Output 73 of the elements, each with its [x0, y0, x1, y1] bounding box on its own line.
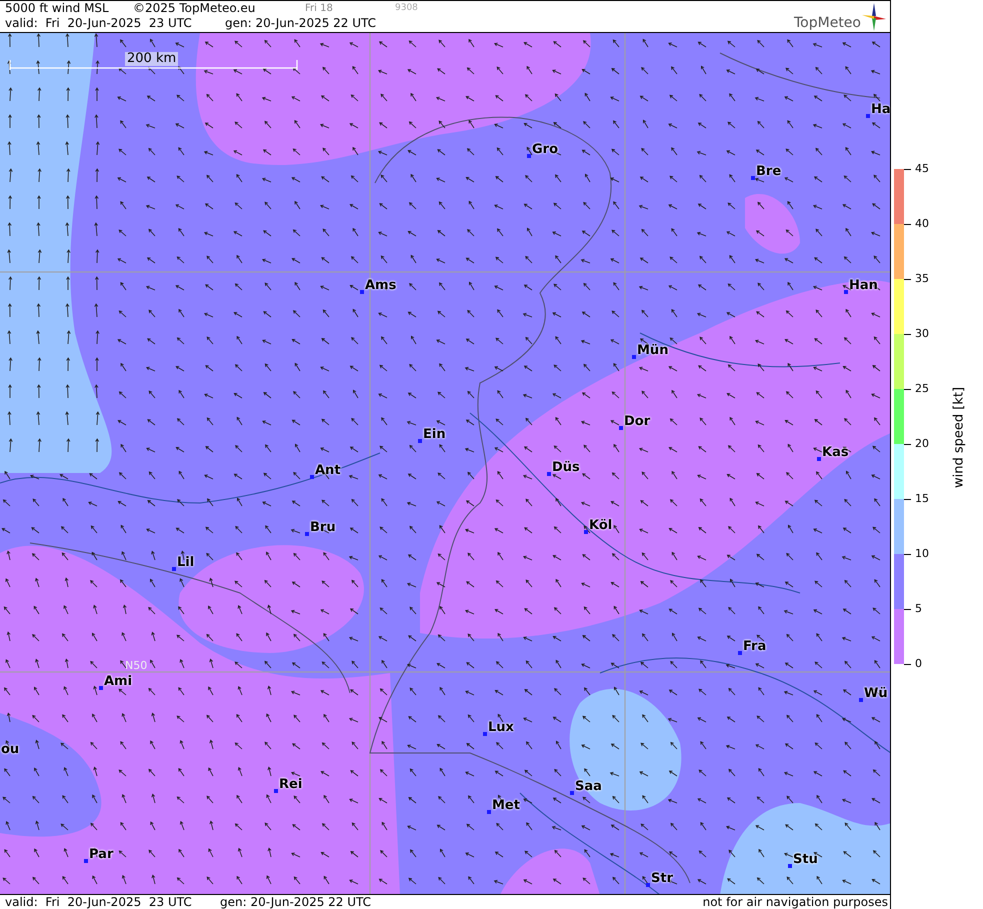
city-label: Mün — [637, 344, 668, 358]
tick-label: 20 — [915, 437, 929, 451]
tick-label: 15 — [915, 492, 929, 506]
city-marker-icon — [817, 456, 821, 461]
tick-label: 25 — [915, 382, 929, 396]
tick-label: 0 — [915, 657, 922, 671]
city-label: Wü — [864, 686, 888, 701]
city-label: Düs — [552, 460, 580, 475]
copyright-text: ©2025 TopMeteo.eu — [133, 1, 256, 16]
city-marker-icon — [788, 864, 792, 868]
code-label: 9308 — [395, 2, 418, 15]
city-marker-icon — [619, 426, 623, 430]
city-label: Lil — [177, 556, 194, 570]
tick-label: 45 — [915, 162, 929, 176]
city-marker-icon — [859, 698, 863, 702]
city-label: Stu — [793, 852, 818, 867]
city-label: Kas — [822, 446, 849, 460]
city-marker-icon — [172, 566, 176, 571]
city-marker-icon — [305, 532, 309, 536]
tick-label: 10 — [915, 547, 929, 561]
city-marker-icon — [274, 788, 278, 793]
city-label: Ami — [104, 674, 132, 689]
city-marker-icon — [483, 732, 487, 736]
city-label: Str — [651, 872, 673, 886]
city-label: ou — [1, 742, 20, 757]
city-marker-icon — [866, 114, 870, 118]
city-label: Bre — [756, 164, 782, 179]
city-marker-icon — [570, 790, 574, 795]
city-label: Saa — [575, 780, 602, 794]
city-label: Par — [89, 848, 114, 862]
valid-time: valid: Fri 20-Jun-2025 23 UTC — [5, 894, 193, 909]
scale-label: 200 km — [125, 52, 178, 66]
compass-star-icon — [862, 3, 886, 31]
city-marker-icon — [547, 472, 551, 476]
city-marker-icon — [310, 474, 314, 479]
city-label: Lux — [488, 720, 514, 735]
legend-title: wind speed [kt] — [952, 386, 966, 488]
city-label: Bru — [310, 520, 336, 535]
city-marker-icon — [584, 530, 588, 534]
city-marker-icon — [738, 650, 742, 655]
city-marker-icon — [632, 354, 636, 359]
city-label: Han — [849, 278, 878, 293]
city-label: Rei — [279, 778, 302, 792]
city-label: Ha — [871, 102, 890, 117]
city-marker-icon — [751, 176, 755, 180]
tick-label: 35 — [915, 272, 929, 286]
city-marker-icon — [360, 290, 364, 294]
tick-label: 5 — [915, 602, 922, 616]
city-label: Ams — [365, 278, 396, 293]
city-marker-icon — [844, 290, 848, 294]
tick-label: 40 — [915, 217, 929, 231]
map-title: 5000 ft wind MSL — [5, 1, 110, 16]
city-label: Met — [492, 798, 520, 813]
logo-text: TopMeteo — [794, 15, 861, 31]
generated-time: gen: 20-Jun-2025 22 UTC — [225, 16, 376, 31]
city-label: Ein — [423, 428, 446, 442]
city-marker-icon — [646, 882, 650, 887]
city-label: Dor — [624, 414, 650, 429]
city-marker-icon — [84, 858, 88, 863]
city-marker-icon — [418, 438, 422, 443]
city-marker-icon — [487, 810, 491, 814]
generated-time: gen: 20-Jun-2025 22 UTC — [220, 894, 372, 909]
tick-label: 30 — [915, 327, 929, 341]
city-marker-icon — [527, 154, 531, 158]
latitude-label: N50 — [125, 660, 148, 672]
city-label: Köl — [589, 518, 612, 533]
valid-time: valid: Fri 20-Jun-2025 23 UTC — [5, 16, 193, 31]
city-label: Ant — [315, 464, 341, 478]
city-label: Fra — [743, 640, 766, 654]
city-label: Gro — [532, 142, 558, 157]
city-marker-icon — [99, 686, 103, 690]
day-label: Fri 18 — [305, 2, 334, 16]
disclaimer-text: not for air navigation purposes — [702, 894, 888, 909]
